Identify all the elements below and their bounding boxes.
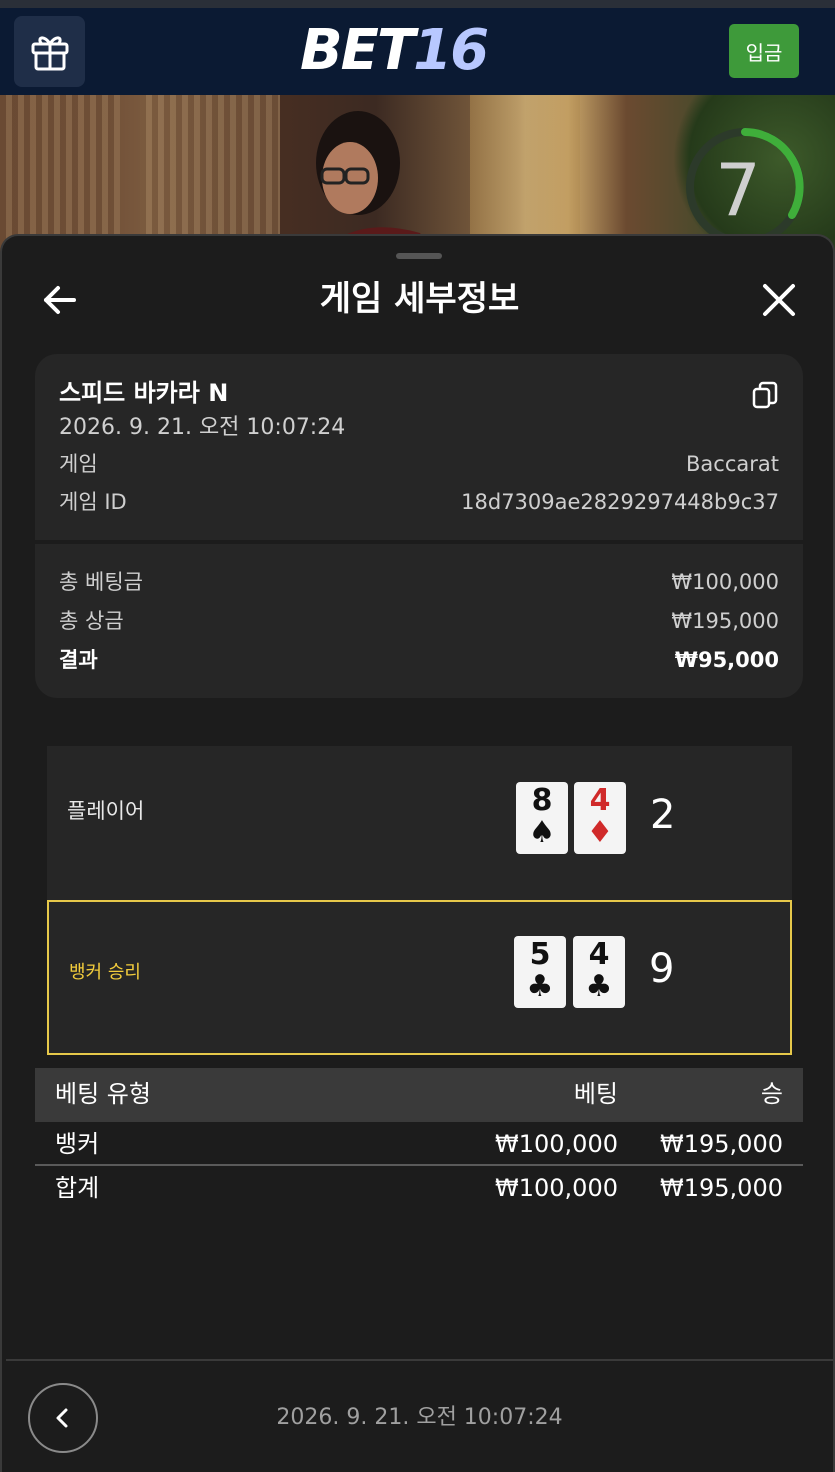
result-label: 결과 <box>59 648 98 672</box>
total-bet-cell: ₩100,000 <box>495 1174 618 1202</box>
player-hand-row: 플레이어 8 ♠ 4 ♦ 2 <box>47 746 792 901</box>
game-type-label: 게임 <box>59 452 98 476</box>
logo-text-part1: BET <box>300 18 415 83</box>
diamond-icon: ♦ <box>586 815 614 850</box>
sheet-title: 게임 세부정보 <box>319 279 520 319</box>
gift-button[interactable] <box>14 16 85 87</box>
total-win-value: ₩195,000 <box>671 609 779 633</box>
background-panel <box>140 95 280 255</box>
column-header-win: 승 <box>760 1080 783 1108</box>
result-value: ₩95,000 <box>674 648 779 672</box>
table-total-row: 합계 ₩100,000 ₩195,000 <box>35 1168 803 1210</box>
drag-handle[interactable] <box>396 253 442 259</box>
copy-icon[interactable] <box>751 380 779 410</box>
card-divider <box>35 540 803 544</box>
deposit-button[interactable]: 입금 <box>729 24 799 78</box>
card-rank: 4 <box>589 783 611 818</box>
spade-icon: ♠ <box>528 815 556 850</box>
playing-card: 4 ♣ <box>573 936 625 1008</box>
background-panel <box>0 95 120 255</box>
logo-text-part2: 16 <box>413 18 489 83</box>
bet-amount-cell: ₩100,000 <box>495 1130 618 1158</box>
table-row: 뱅커 ₩100,000 ₩195,000 <box>35 1124 803 1166</box>
game-datetime: 2026. 9. 21. 오전 10:07:24 <box>59 415 346 440</box>
column-header-bet: 베팅 <box>573 1080 618 1108</box>
brand-logo[interactable]: BET16 <box>300 20 520 82</box>
game-id-label: 게임 ID <box>59 490 127 514</box>
footer-datetime: 2026. 9. 21. 오전 10:07:24 <box>276 1405 563 1430</box>
total-bet-label: 총 베팅금 <box>59 570 143 594</box>
close-icon[interactable] <box>759 280 799 320</box>
total-bet-value: ₩100,000 <box>671 570 779 594</box>
game-info-card: 스피드 바카라 N 2026. 9. 21. 오전 10:07:24 게임 Ba… <box>35 354 803 698</box>
card-rank: 8 <box>531 783 553 818</box>
top-bar: BET16 입금 <box>0 0 835 95</box>
total-win-label: 총 상금 <box>59 609 124 633</box>
banker-score: 9 <box>649 946 675 992</box>
bet-type-cell: 뱅커 <box>55 1130 100 1158</box>
column-header-bet-type: 베팅 유형 <box>55 1080 151 1108</box>
card-rank: 4 <box>588 937 610 972</box>
playing-card: 5 ♣ <box>514 936 566 1008</box>
playing-card: 4 ♦ <box>574 782 626 854</box>
club-icon: ♣ <box>526 969 554 1004</box>
total-label-cell: 합계 <box>55 1174 100 1202</box>
total-win-cell: ₩195,000 <box>660 1174 783 1202</box>
club-icon: ♣ <box>585 969 613 1004</box>
dealer-figure <box>316 111 435 255</box>
win-amount-cell: ₩195,000 <box>660 1130 783 1158</box>
game-details-sheet: 게임 세부정보 스피드 바카라 N 2026. 9. 21. 오전 10:07:… <box>0 234 835 1472</box>
game-name: 스피드 바카라 N <box>59 379 229 407</box>
game-id-value: 18d7309ae2829297448b9c37 <box>461 490 779 514</box>
background-ornament <box>470 95 580 235</box>
footer-divider <box>6 1359 835 1361</box>
gift-icon <box>31 36 68 70</box>
game-type-value: Baccarat <box>686 452 779 476</box>
bets-table-header: 베팅 유형 베팅 승 <box>35 1068 803 1122</box>
banker-win-label: 뱅커 승리 <box>69 962 141 983</box>
player-score: 2 <box>650 792 676 838</box>
player-hand-label: 플레이어 <box>67 799 145 823</box>
banker-hand-row: 뱅커 승리 5 ♣ 4 ♣ 9 <box>47 900 792 1055</box>
countdown-value: 7 <box>715 148 761 232</box>
playing-card: 8 ♠ <box>516 782 568 854</box>
card-rank: 5 <box>529 937 551 972</box>
